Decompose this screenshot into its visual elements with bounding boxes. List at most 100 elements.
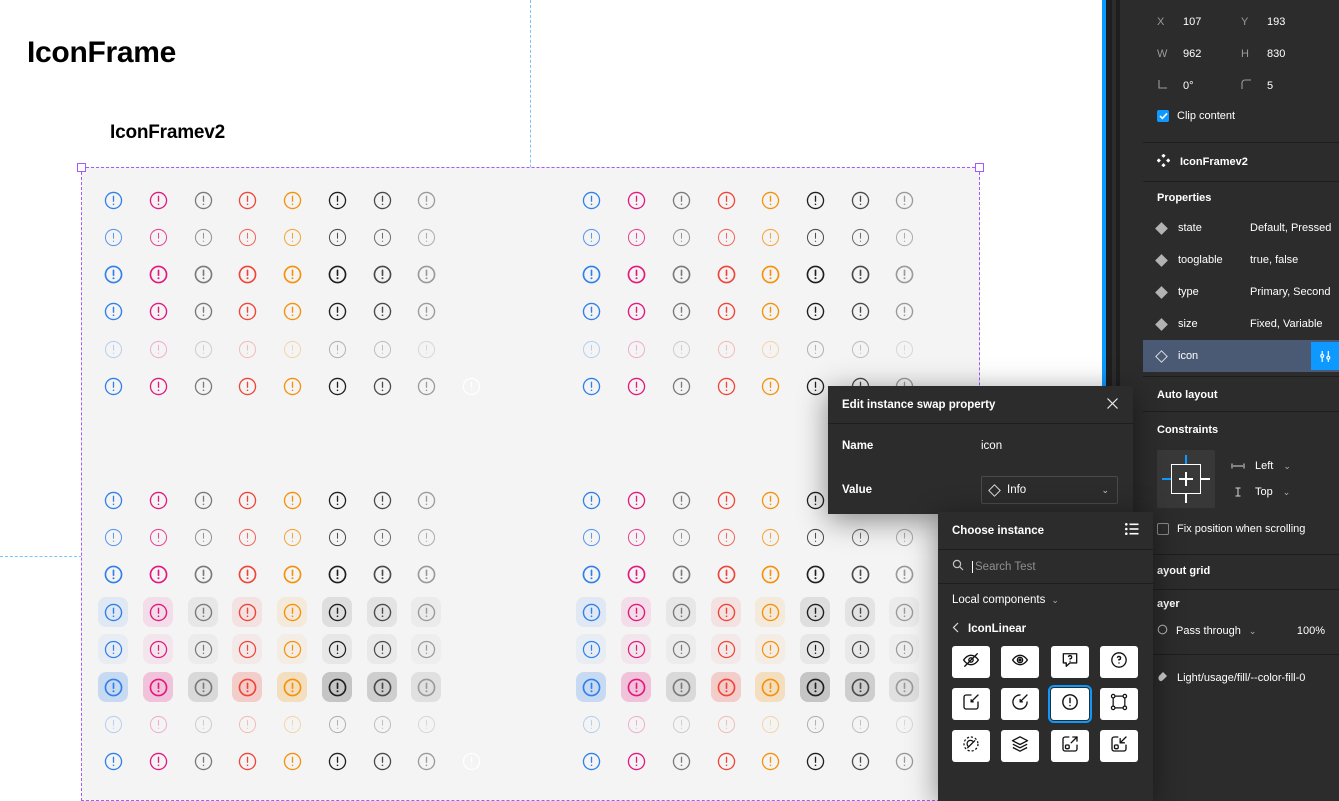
icon-cell[interactable] (711, 485, 741, 515)
icon-cell[interactable] (800, 634, 830, 664)
icon-cell[interactable] (143, 222, 173, 252)
property-row-icon[interactable]: icon (1143, 340, 1339, 372)
icon-cell[interactable] (188, 746, 218, 776)
icon-cell[interactable] (232, 709, 262, 739)
icon-cell[interactable] (576, 672, 606, 702)
icon-cell[interactable] (322, 485, 352, 515)
icon-cell[interactable] (367, 597, 397, 627)
icon-cell[interactable] (755, 709, 785, 739)
constraint-marker-top[interactable] (1185, 455, 1187, 464)
icon-cell[interactable] (666, 522, 696, 552)
icon-cell[interactable] (889, 746, 919, 776)
fix-position-row[interactable]: Fix position when scrolling (1143, 514, 1339, 544)
icon-cell[interactable] (277, 296, 307, 326)
icon-cell[interactable] (755, 185, 785, 215)
icon-cell[interactable] (621, 597, 651, 627)
chevron-down-icon[interactable]: ⌄ (1051, 595, 1059, 606)
icon-cell[interactable] (143, 485, 173, 515)
icon-cell[interactable] (98, 597, 128, 627)
icon-cell[interactable] (755, 522, 785, 552)
icon-cell[interactable] (98, 185, 128, 215)
icon-cell[interactable] (621, 672, 651, 702)
icon-cell[interactable] (188, 222, 218, 252)
instance-tile-eye-off-icon[interactable] (952, 646, 990, 678)
icon-cell[interactable] (232, 334, 262, 364)
icon-cell[interactable] (711, 634, 741, 664)
icon-cell[interactable] (621, 334, 651, 364)
icon-cell[interactable] (322, 634, 352, 664)
icon-cell[interactable] (666, 485, 696, 515)
chevron-left-icon[interactable] (952, 622, 960, 636)
instance-tile-expand-icon[interactable] (1050, 730, 1089, 762)
instance-tile-help-message-icon[interactable] (1050, 646, 1089, 678)
icon-cell[interactable] (367, 371, 397, 401)
icon-cell[interactable] (277, 259, 307, 289)
icon-cell[interactable] (621, 485, 651, 515)
icon-cell[interactable] (411, 746, 441, 776)
icon-cell[interactable] (576, 259, 606, 289)
icon-cell[interactable] (711, 222, 741, 252)
page-title[interactable]: IconFrame (27, 36, 176, 70)
component-frame-title[interactable]: IconFramev2 (110, 122, 225, 144)
icon-cell[interactable] (277, 597, 307, 627)
icon-cell[interactable] (845, 634, 875, 664)
icon-cell[interactable] (666, 185, 696, 215)
icon-cell[interactable] (143, 634, 173, 664)
icon-cell[interactable] (188, 485, 218, 515)
icon-cell[interactable] (845, 334, 875, 364)
icon-cell[interactable] (322, 185, 352, 215)
icon-cell[interactable] (98, 371, 128, 401)
icon-cell[interactable] (188, 371, 218, 401)
icon-cell[interactable] (800, 746, 830, 776)
icon-cell[interactable] (143, 522, 173, 552)
icon-cell[interactable] (143, 296, 173, 326)
vertical-constraint-select[interactable]: Top ⌄ (1231, 486, 1291, 498)
icon-cell[interactable] (322, 371, 352, 401)
instance-tile-layers-icon[interactable] (1001, 730, 1040, 762)
icon-cell[interactable] (277, 334, 307, 364)
icon-cell[interactable] (322, 597, 352, 627)
fix-position-checkbox[interactable] (1157, 523, 1169, 535)
icon-cell[interactable] (188, 672, 218, 702)
local-components-group[interactable]: Local components ⌄ (938, 584, 1153, 616)
w-value[interactable]: 962 (1183, 48, 1201, 60)
icon-cell[interactable] (621, 259, 651, 289)
icon-cell[interactable] (889, 559, 919, 589)
icon-cell[interactable] (666, 672, 696, 702)
icon-cell[interactable] (232, 485, 262, 515)
icon-cell[interactable] (889, 334, 919, 364)
icon-cell[interactable] (188, 296, 218, 326)
blend-mode-row[interactable]: Pass through ⌄ 100% (1143, 616, 1339, 646)
instance-tile-enter-square-icon[interactable] (952, 688, 990, 720)
instance-tile-collapse-icon[interactable] (1099, 730, 1138, 762)
icon-cell[interactable] (411, 709, 441, 739)
icon-cell[interactable] (98, 259, 128, 289)
icon-cell[interactable] (621, 371, 651, 401)
icon-cell[interactable] (411, 185, 441, 215)
icon-cell[interactable] (800, 522, 830, 552)
icon-cell[interactable] (232, 371, 262, 401)
icon-cell[interactable] (711, 597, 741, 627)
icon-cell[interactable] (711, 522, 741, 552)
property-row-tooglable[interactable]: tooglable true, false (1143, 244, 1339, 276)
icon-cell[interactable] (800, 222, 830, 252)
icon-cell[interactable] (666, 259, 696, 289)
icon-cell[interactable] (621, 296, 651, 326)
icon-cell[interactable] (889, 709, 919, 739)
icon-cell[interactable] (98, 222, 128, 252)
icon-cell[interactable] (98, 634, 128, 664)
icon-cell[interactable] (277, 485, 307, 515)
icon-cell[interactable] (277, 634, 307, 664)
icon-cell[interactable] (755, 222, 785, 252)
icon-cell[interactable] (277, 371, 307, 401)
component-row[interactable]: IconFramev2 (1143, 143, 1339, 181)
icon-cell[interactable] (666, 296, 696, 326)
icon-cell[interactable] (367, 222, 397, 252)
instance-tile-question-circle-icon[interactable] (1099, 646, 1138, 678)
icon-cell[interactable] (411, 672, 441, 702)
chevron-down-icon[interactable]: ⌄ (1101, 485, 1109, 496)
icon-cell[interactable] (755, 672, 785, 702)
icon-cell[interactable] (411, 334, 441, 364)
icon-cell[interactable] (232, 746, 262, 776)
icon-cell[interactable] (411, 259, 441, 289)
